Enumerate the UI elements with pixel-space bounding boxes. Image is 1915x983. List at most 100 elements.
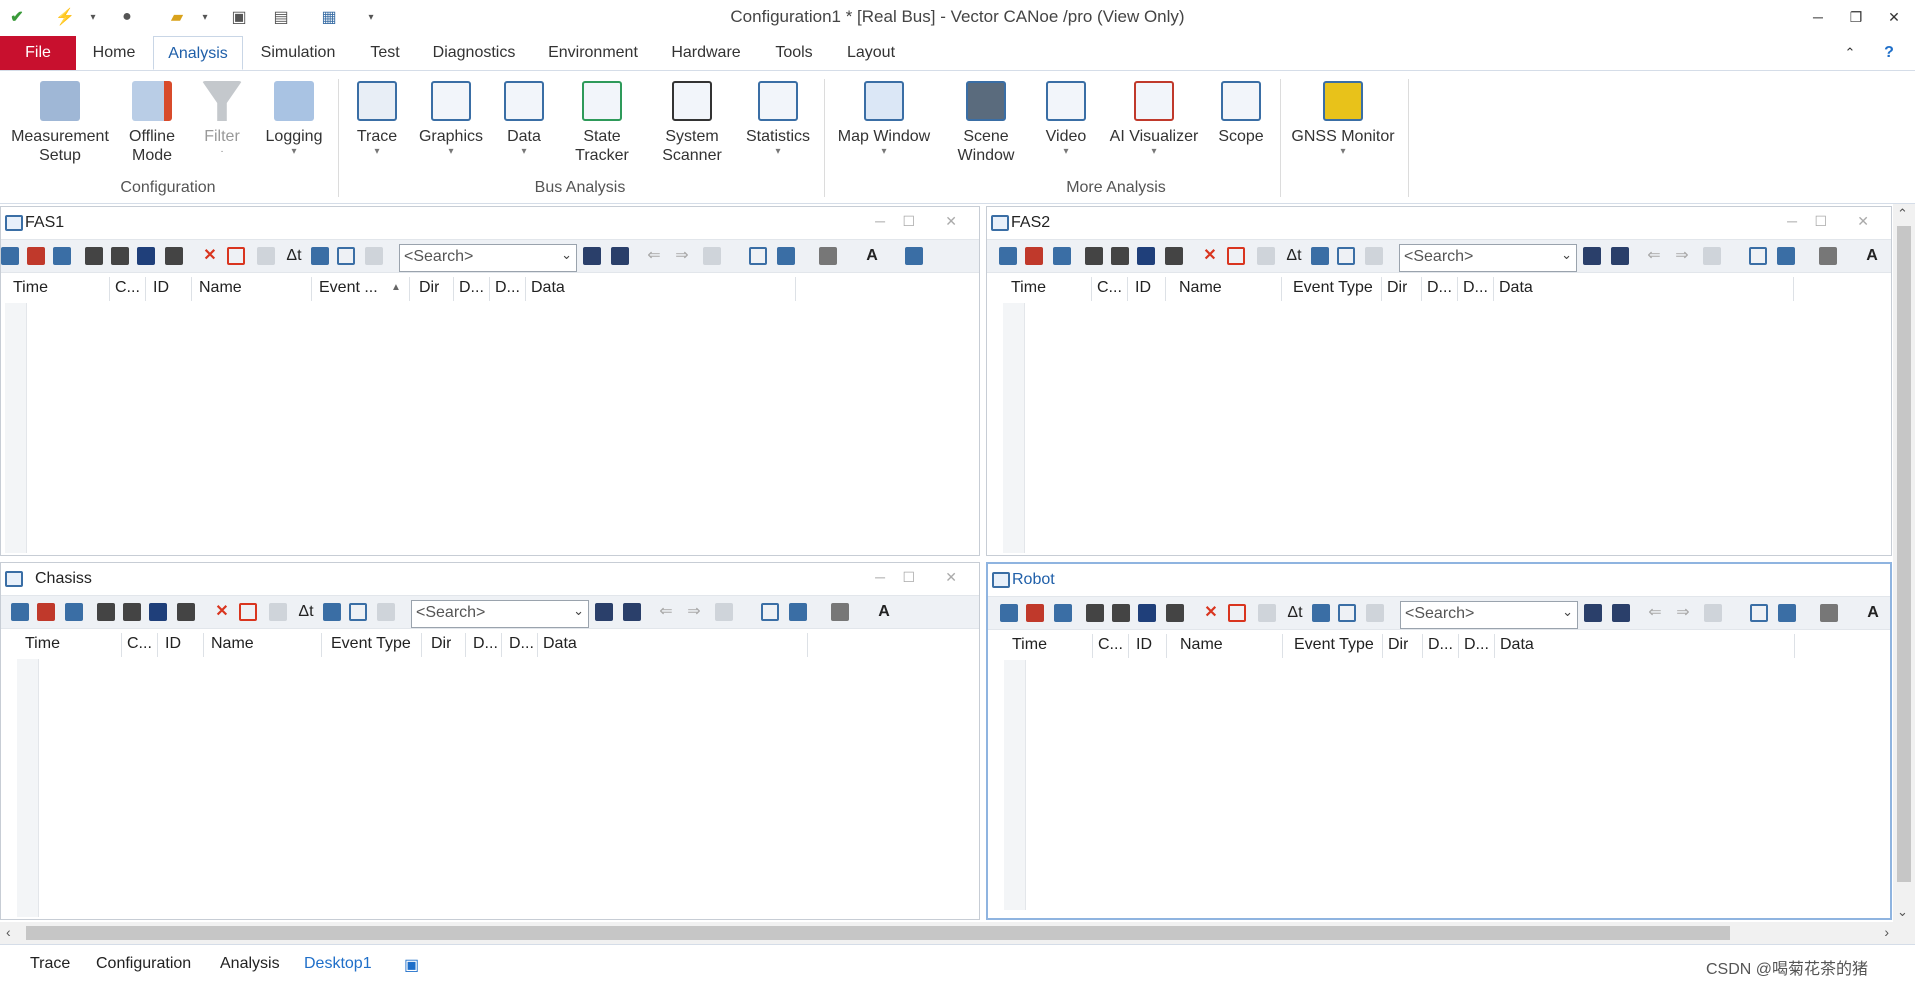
find-previous-icon[interactable] bbox=[1583, 247, 1601, 265]
column-dlc[interactable]: D... bbox=[1428, 636, 1453, 654]
panel-close-icon[interactable]: ✕ bbox=[1857, 213, 1869, 230]
detail-view-icon[interactable] bbox=[323, 603, 341, 621]
find-previous-icon[interactable] bbox=[583, 247, 601, 265]
font-icon[interactable]: A bbox=[1864, 604, 1882, 622]
minimize-button[interactable]: ─ bbox=[1798, 4, 1838, 30]
vertical-scrollbar[interactable]: ⌃ ⌄ bbox=[1893, 204, 1915, 922]
data-button[interactable]: Data ▾ bbox=[494, 81, 554, 158]
column-time[interactable]: Time bbox=[1012, 636, 1047, 654]
tab-file[interactable]: File bbox=[0, 36, 76, 70]
system-scanner-button[interactable]: System Scanner bbox=[648, 81, 736, 165]
column-event-type[interactable]: Event Type bbox=[1293, 279, 1373, 297]
scope-button[interactable]: Scope bbox=[1210, 81, 1272, 146]
column-channel[interactable]: C... bbox=[127, 635, 152, 653]
desktop-tab-analysis[interactable]: Analysis bbox=[214, 953, 286, 975]
column-time[interactable]: Time bbox=[25, 635, 60, 653]
tab-home[interactable]: Home bbox=[82, 36, 146, 70]
search-input[interactable]: <Search> ⌄ bbox=[1399, 244, 1577, 272]
search-input[interactable]: <Search> ⌄ bbox=[1400, 601, 1578, 629]
info-icon[interactable] bbox=[11, 603, 29, 621]
sort-filter-icon[interactable] bbox=[1138, 604, 1156, 622]
export-icon[interactable] bbox=[1777, 247, 1795, 265]
horizontal-scrollbar[interactable]: ‹ › bbox=[0, 922, 1915, 944]
marker-icon[interactable] bbox=[1704, 604, 1722, 622]
column-channel[interactable]: C... bbox=[1097, 279, 1122, 297]
statistics-icon[interactable] bbox=[37, 603, 55, 621]
info-icon[interactable] bbox=[1000, 604, 1018, 622]
vertical-scroll-thumb[interactable] bbox=[1897, 226, 1911, 882]
chronological-icon[interactable] bbox=[337, 247, 355, 265]
find-previous-icon[interactable] bbox=[595, 603, 613, 621]
chronological-icon[interactable] bbox=[349, 603, 367, 621]
font-icon[interactable]: A bbox=[863, 247, 881, 265]
detail-view-icon[interactable] bbox=[1311, 247, 1329, 265]
find-icon[interactable] bbox=[165, 247, 183, 265]
statistics-button[interactable]: Statistics ▾ bbox=[740, 81, 816, 158]
panel-close-icon[interactable]: ✕ bbox=[945, 569, 957, 586]
scroll-up-icon[interactable]: ⌃ bbox=[1897, 206, 1908, 222]
trace-window-robot[interactable]: Robot ✕ Δt <Search> ⌄ ⇐ ⇒ A Time C... ID … bbox=[986, 562, 1892, 920]
arrow-left-icon[interactable]: ⇐ bbox=[1646, 604, 1664, 622]
statistics-icon[interactable] bbox=[1025, 247, 1043, 265]
export-icon[interactable] bbox=[1778, 604, 1796, 622]
delta-time-icon[interactable]: Δt bbox=[297, 603, 315, 621]
statistics-icon[interactable] bbox=[27, 247, 45, 265]
delete-icon[interactable]: ✕ bbox=[1202, 604, 1220, 622]
pause-icon[interactable] bbox=[1257, 247, 1275, 265]
column-dir[interactable]: Dir bbox=[1387, 279, 1407, 297]
close-button[interactable]: ✕ bbox=[1874, 4, 1914, 30]
panel-minimize-icon[interactable]: ─ bbox=[1787, 213, 1797, 229]
info-icon[interactable] bbox=[1, 247, 19, 265]
find-next-icon[interactable] bbox=[611, 247, 629, 265]
find-next-icon[interactable] bbox=[1611, 247, 1629, 265]
color-icon[interactable] bbox=[905, 247, 923, 265]
horizontal-scroll-thumb[interactable] bbox=[26, 926, 1730, 940]
filter-chain-icon[interactable] bbox=[1112, 604, 1130, 622]
scroll-right-icon[interactable]: › bbox=[1884, 924, 1889, 940]
arrow-left-icon[interactable]: ⇐ bbox=[657, 603, 675, 621]
chronological-icon[interactable] bbox=[1337, 247, 1355, 265]
column-data-length[interactable]: D... bbox=[1463, 279, 1488, 297]
search-input[interactable]: <Search> ⌄ bbox=[399, 244, 577, 272]
trace-window-fas1[interactable]: FAS1 ─ ☐ ✕ ✕ Δt <Search> ⌄ ⇐ ⇒ A Time C..… bbox=[0, 206, 980, 556]
arrow-left-icon[interactable]: ⇐ bbox=[1645, 247, 1663, 265]
filter-chain-icon[interactable] bbox=[1111, 247, 1129, 265]
scroll-down-icon[interactable]: ⌄ bbox=[1897, 904, 1908, 920]
column-channel[interactable]: C... bbox=[1098, 636, 1123, 654]
scroll-icon[interactable] bbox=[65, 603, 83, 621]
column-icon[interactable] bbox=[1366, 604, 1384, 622]
filter-icon[interactable] bbox=[85, 247, 103, 265]
trace-window-chasiss[interactable]: Chasiss ─ ☐ ✕ ✕ Δt <Search> ⌄ ⇐ ⇒ A Time … bbox=[0, 562, 980, 920]
column-data[interactable]: Data bbox=[1499, 279, 1533, 297]
layout-icon[interactable] bbox=[831, 603, 849, 621]
column-dlc[interactable]: D... bbox=[459, 279, 484, 297]
find-previous-icon[interactable] bbox=[1584, 604, 1602, 622]
tab-simulation[interactable]: Simulation bbox=[252, 36, 344, 70]
chronological-icon[interactable] bbox=[1338, 604, 1356, 622]
column-id[interactable]: ID bbox=[1135, 279, 1151, 297]
column-event-type[interactable]: Event Type bbox=[331, 635, 411, 653]
offline-mode-button[interactable]: Offline Mode bbox=[116, 81, 188, 165]
marker-icon[interactable] bbox=[703, 247, 721, 265]
column-name[interactable]: Name bbox=[1180, 636, 1223, 654]
find-icon[interactable] bbox=[1165, 247, 1183, 265]
scroll-left-icon[interactable]: ‹ bbox=[6, 924, 11, 940]
column-data-length[interactable]: D... bbox=[495, 279, 520, 297]
pause-icon[interactable] bbox=[1258, 604, 1276, 622]
restore-button[interactable]: ❐ bbox=[1836, 4, 1876, 30]
tab-environment[interactable]: Environment bbox=[542, 36, 644, 70]
filter-icon[interactable] bbox=[1085, 247, 1103, 265]
open-log-icon[interactable] bbox=[761, 603, 779, 621]
font-icon[interactable]: A bbox=[1863, 247, 1881, 265]
delta-time-icon[interactable]: Δt bbox=[1285, 247, 1303, 265]
desktop-tab-trace[interactable]: Trace bbox=[24, 953, 76, 975]
delete-icon[interactable]: ✕ bbox=[213, 603, 231, 621]
column-icon[interactable] bbox=[377, 603, 395, 621]
column-time[interactable]: Time bbox=[1011, 279, 1046, 297]
column-name[interactable]: Name bbox=[199, 279, 242, 297]
open-log-icon[interactable] bbox=[1750, 604, 1768, 622]
marker-icon[interactable] bbox=[715, 603, 733, 621]
layout-icon[interactable] bbox=[1820, 604, 1838, 622]
panel-minimize-icon[interactable]: ─ bbox=[875, 569, 885, 585]
new-desktop-icon[interactable]: ▣ bbox=[398, 953, 425, 977]
